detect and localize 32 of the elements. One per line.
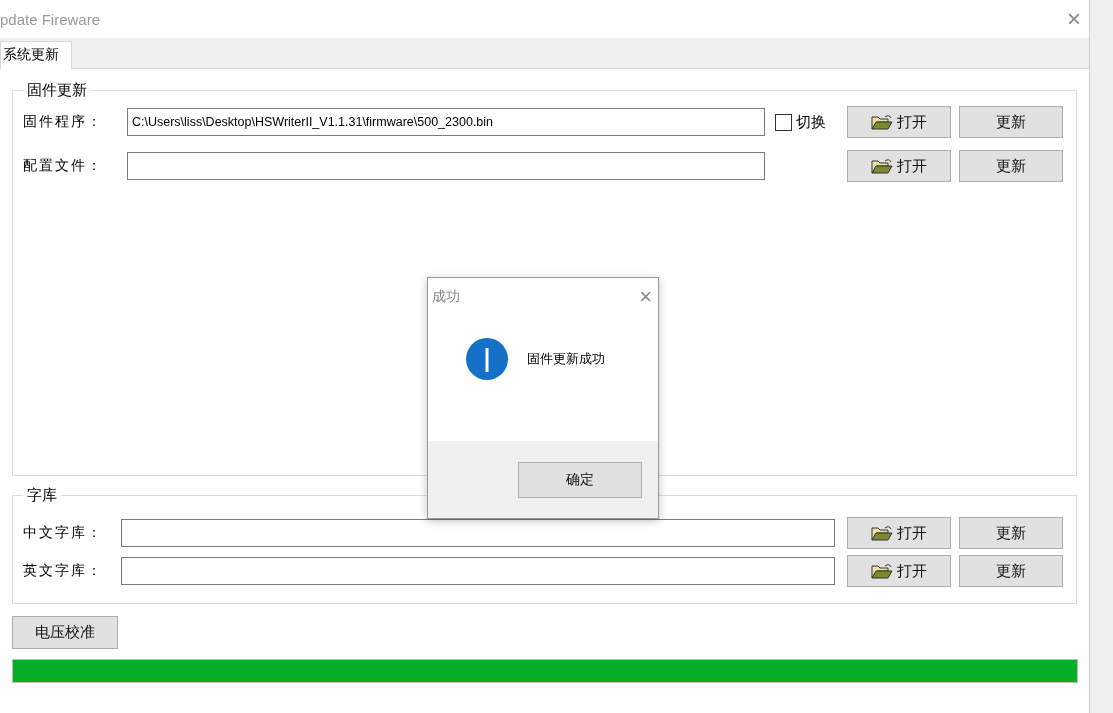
update-button[interactable]: 更新: [959, 555, 1063, 587]
update-button[interactable]: 更新: [959, 517, 1063, 549]
calibrate-button[interactable]: 电压校准: [12, 616, 118, 649]
close-button[interactable]: ×: [633, 284, 658, 310]
group-title: 固件更新: [26, 81, 88, 100]
open-button[interactable]: 打开: [847, 150, 951, 182]
update-button[interactable]: 更新: [959, 150, 1063, 182]
update-button[interactable]: 更新: [959, 106, 1063, 138]
open-button[interactable]: 打开: [847, 106, 951, 138]
folder-icon: [871, 525, 893, 541]
ok-button[interactable]: 确定: [518, 461, 642, 498]
path-field[interactable]: [127, 152, 765, 180]
field-label: 中文字库：: [23, 524, 104, 542]
group-title: 字库: [26, 486, 58, 505]
toggle-checkbox[interactable]: 切换: [775, 112, 847, 132]
dialog-message: 固件更新成功: [527, 349, 605, 368]
field-label: 英文字库：: [23, 562, 104, 580]
field-label: 固件程序：: [23, 113, 104, 131]
folder-icon: [871, 114, 893, 130]
open-button[interactable]: 打开: [847, 517, 951, 549]
dialog-title: 成功: [432, 288, 460, 306]
open-button[interactable]: 打开: [847, 555, 951, 587]
field-label: 配置文件：: [23, 157, 104, 175]
tab[interactable]: 系统更新: [0, 41, 72, 69]
path-field[interactable]: [121, 519, 835, 547]
path-field[interactable]: [121, 557, 835, 585]
window-title: pdate Fireware: [0, 10, 101, 28]
path-field[interactable]: C:\Users\liss\Desktop\HSWriterII_V1.1.31\firmware\500_2300.bin: [127, 108, 765, 136]
folder-icon: [871, 563, 893, 579]
folder-icon: [871, 158, 893, 174]
close-button[interactable]: ×: [1061, 5, 1087, 33]
info-icon: [465, 336, 509, 381]
